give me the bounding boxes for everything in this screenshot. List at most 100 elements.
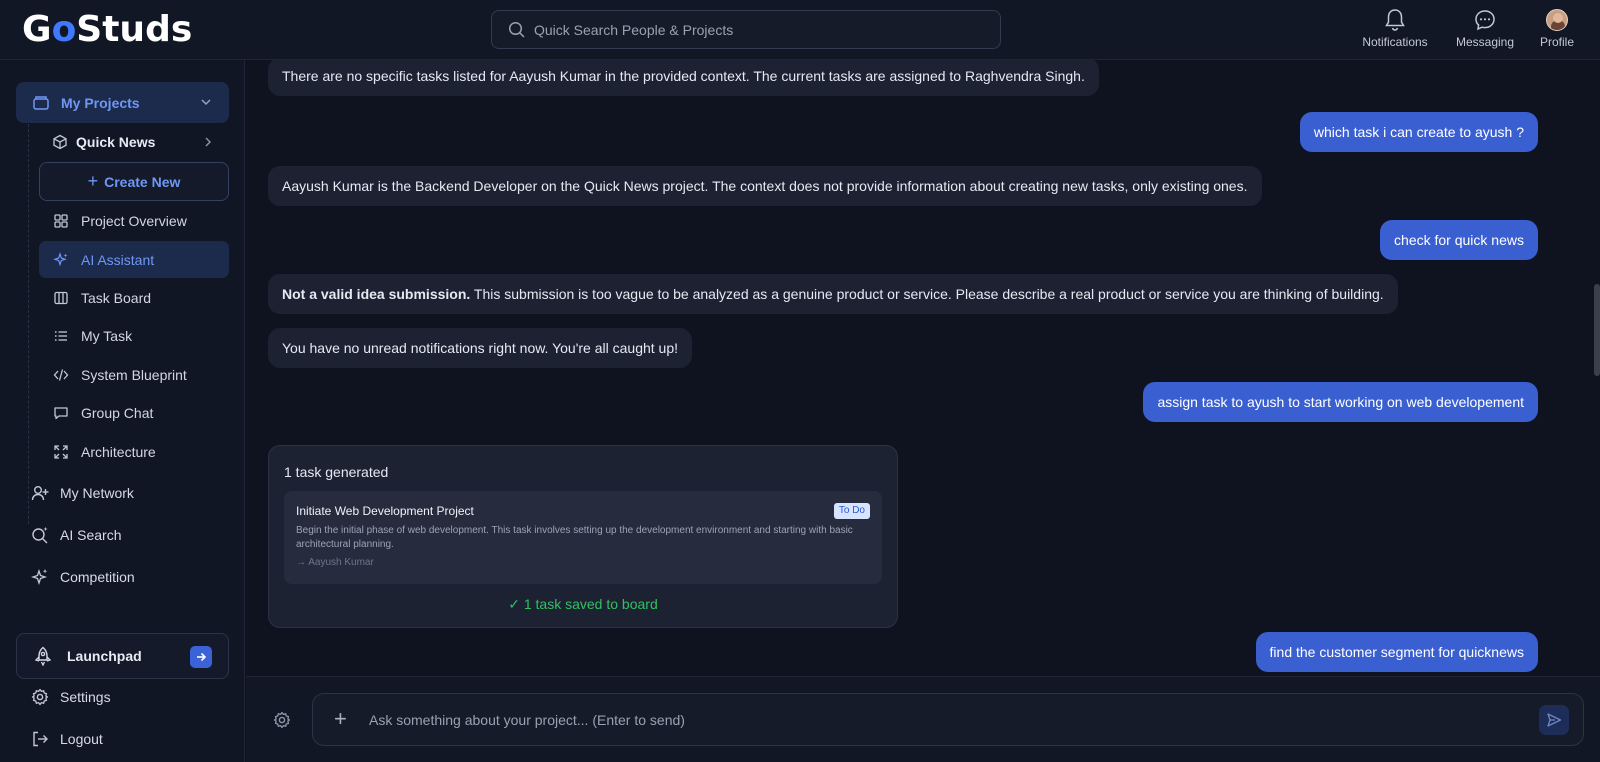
notifications-button[interactable]: Notifications [1357,8,1433,52]
sidebar-item-label: Settings [60,689,111,705]
gostuds-logo[interactable]: GoStuds [22,8,192,52]
sparkles-icon [31,568,49,586]
sidebar-item-label: My Task [81,328,133,344]
sidebar-item-label: AI Assistant [81,251,155,268]
sidebar-item-my-projects[interactable]: My Projects [16,82,229,123]
search-sparkle-icon [31,526,49,544]
sidebar-item-label: Architecture [81,444,156,460]
sidebar-item-label: AI Search [60,527,122,543]
sidebar-item-my-network[interactable]: My Network [31,483,134,503]
sparkle-icon [52,251,70,269]
launchpad-label: Launchpad [67,648,142,664]
sidebar-item-settings[interactable]: Settings [31,687,111,707]
gear-icon [31,688,49,706]
sidebar-item-label: Task Board [81,290,152,306]
sidebar-item-architecture[interactable]: Architecture [52,442,156,462]
sidebar-item-group-chat[interactable]: Group Chat [52,403,153,423]
search-input[interactable] [534,11,974,48]
notifications-label: Notifications [1362,35,1428,49]
message-text: which task i can create to ayush ? [1313,124,1524,140]
send-icon [1547,713,1562,727]
message-composer: + [312,693,1584,746]
user-message: find the customer segment for quicknews [1255,632,1538,672]
logo-accent: o [51,9,77,50]
user-message: assign task to ayush to start working on… [1143,382,1538,422]
chat-icon [52,404,70,422]
assistant-message: You have no unread notifications right n… [268,328,693,368]
sidebar-item-task-board[interactable]: Task Board [52,288,151,308]
chevron-right-icon [205,137,211,147]
sidebar-item-project-overview[interactable]: Project Overview [52,211,187,231]
message-text: There are no specific tasks listed for A… [282,68,1085,84]
composer-bar: + [246,676,1600,762]
sidebar-item-label: Logout [60,731,103,747]
search-icon [508,21,525,38]
bell-icon [1385,9,1405,31]
user-message: which task i can create to ayush ? [1299,112,1538,152]
sidebar-item-system-blueprint[interactable]: System Blueprint [52,365,187,385]
task-item[interactable]: Initiate Web Development Project To Do B… [284,491,882,584]
assistant-message: Not a valid idea submission. This submis… [268,274,1398,314]
grid-icon [52,212,70,230]
chat-thread[interactable]: There are no specific tasks listed for A… [246,60,1600,676]
launchpad-button[interactable]: Launchpad [16,633,229,679]
message-text: Aayush Kumar is the Backend Developer on… [282,178,1248,194]
create-new-button[interactable]: + Create New [39,162,229,201]
task-title: Initiate Web Development Project [296,504,474,518]
generated-tasks-card: 1 task generated Initiate Web Developmen… [268,445,898,628]
arrow-right-icon [190,646,212,668]
message-bold-text: Not a valid idea submission. [282,286,471,302]
message-text: This submission is too vague to be analy… [470,286,1384,302]
sidebar-item-label: System Blueprint [81,367,187,383]
project-name: Quick News [76,134,156,150]
cube-icon [52,133,68,151]
chat-scrollbar[interactable] [1594,284,1600,376]
sidebar-item-logout[interactable]: Logout [31,729,103,749]
messaging-label: Messaging [1455,35,1515,49]
sidebar-item-label: Project Overview [81,213,187,229]
profile-button[interactable]: Profile [1535,8,1579,52]
my-projects-label: My Projects [61,94,140,111]
add-user-icon [31,484,49,502]
message-text: find the customer segment for quicknews [1269,644,1524,660]
columns-icon [52,289,70,307]
attach-plus-icon[interactable]: + [334,707,347,731]
assistant-message: Aayush Kumar is the Backend Developer on… [268,166,1262,206]
avatar [1546,9,1568,31]
expand-icon [52,443,70,461]
sidebar-item-label: Group Chat [81,405,154,421]
tree-divider [28,124,29,524]
rocket-icon [33,646,53,666]
user-message: check for quick news [1380,220,1538,260]
logo-suffix: Studs [76,9,193,50]
sidebar: My Projects Quick News + Create New Proj… [0,60,245,762]
message-text: assign task to ayush to start working on… [1157,394,1524,410]
message-text: You have no unread notifications right n… [282,340,679,356]
sidebar-item-ai-assistant[interactable]: AI Assistant [39,241,229,278]
quick-search [491,10,1001,49]
folder-icon [32,94,50,112]
create-new-label: Create New [104,173,181,190]
message-icon [1475,10,1495,31]
sidebar-item-ai-search[interactable]: AI Search [31,525,121,545]
plus-icon: + [87,171,99,191]
top-header: GoStuds Notifications Messaging Profile [0,0,1600,60]
status-badge: To Do [833,503,870,519]
messaging-button[interactable]: Messaging [1452,8,1518,52]
logo-prefix: G [22,9,52,50]
code-icon [52,366,70,384]
send-button[interactable] [1539,705,1569,735]
list-icon [52,327,70,345]
task-assignee: → Aayush Kumar [296,557,374,568]
message-input[interactable] [369,694,1489,745]
sidebar-item-competition[interactable]: Competition [31,567,135,587]
task-description: Begin the initial phase of web developme… [296,525,853,550]
logout-icon [31,730,49,748]
sidebar-item-label: Competition [60,569,135,585]
task-count-label: 1 task generated [284,464,389,480]
sidebar-item-my-task[interactable]: My Task [52,326,132,346]
message-text: check for quick news [1394,232,1524,248]
project-quick-news[interactable]: Quick News [52,132,222,152]
gear-icon[interactable] [273,711,291,729]
assistant-message: There are no specific tasks listed for A… [268,60,1099,96]
